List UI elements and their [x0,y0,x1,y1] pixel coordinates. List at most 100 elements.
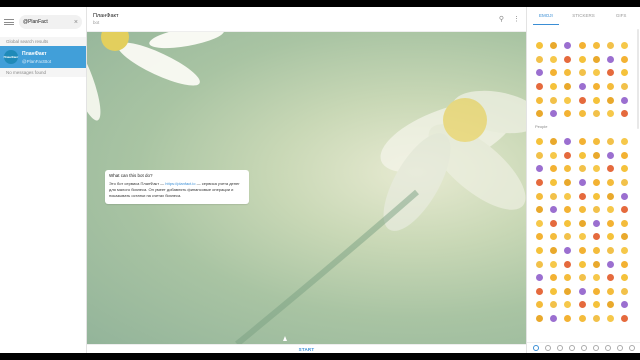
emoji-item[interactable] [618,285,632,299]
emoji-item[interactable] [561,53,575,67]
emoji-item[interactable] [589,312,603,326]
planfact-link[interactable]: https://planfact.io [165,181,195,186]
emoji-item[interactable] [561,217,575,231]
emoji-item[interactable] [618,298,632,312]
emoji-item[interactable] [618,162,632,176]
emoji-item[interactable] [546,271,560,285]
emoji-item[interactable] [561,176,575,190]
emoji-item[interactable] [532,39,546,53]
emoji-item[interactable] [546,298,560,312]
emoji-item[interactable] [589,257,603,271]
emoji-item[interactable] [589,66,603,80]
emoji-item[interactable] [589,93,603,107]
search-icon[interactable]: ⚲ [499,15,504,23]
emoji-item[interactable] [589,285,603,299]
emoji-item[interactable] [575,230,589,244]
emoji-item[interactable] [575,217,589,231]
emoji-item[interactable] [546,135,560,149]
tab-gifs[interactable]: GIFS [602,7,640,25]
emoji-item[interactable] [575,285,589,299]
emoji-item[interactable] [618,217,632,231]
emoji-item[interactable] [561,135,575,149]
emoji-item[interactable] [575,271,589,285]
search-input[interactable]: @PlanFact × [19,15,82,29]
emoji-item[interactable] [589,135,603,149]
emoji-item[interactable] [546,53,560,67]
emoji-item[interactable] [618,107,632,121]
emoji-item[interactable] [618,257,632,271]
emoji-item[interactable] [618,189,632,203]
emoji-item[interactable] [532,80,546,94]
emoji-item[interactable] [575,39,589,53]
emoji-item[interactable] [618,244,632,258]
emoji-item[interactable] [546,39,560,53]
emoji-item[interactable] [589,80,603,94]
emoji-item[interactable] [618,312,632,326]
emoji-item[interactable] [603,176,617,190]
emoji-item[interactable] [546,162,560,176]
emoji-item[interactable] [546,230,560,244]
emoji-item[interactable] [589,53,603,67]
emoji-item[interactable] [561,107,575,121]
smile-icon[interactable] [545,345,551,351]
emoji-item[interactable] [532,244,546,258]
emoji-item[interactable] [546,66,560,80]
search-result-item[interactable]: ПланФакт ПланФакт @PlanFactBot [0,46,86,68]
emoji-item[interactable] [561,298,575,312]
emoji-item[interactable] [603,107,617,121]
emoji-item[interactable] [561,39,575,53]
emoji-item[interactable] [532,107,546,121]
emoji-item[interactable] [561,257,575,271]
emoji-item[interactable] [589,107,603,121]
emoji-item[interactable] [575,176,589,190]
emoji-item[interactable] [603,217,617,231]
emoji-item[interactable] [589,217,603,231]
emoji-item[interactable] [618,93,632,107]
animal-icon[interactable] [557,345,563,351]
emoji-item[interactable] [532,66,546,80]
flag-icon[interactable] [629,345,635,351]
more-options-icon[interactable]: ⋮ [513,15,520,23]
chat-title[interactable]: ПланФакт [93,13,490,19]
emoji-item[interactable] [546,217,560,231]
menu-icon[interactable] [4,19,14,25]
emoji-item[interactable] [561,189,575,203]
emoji-item[interactable] [561,203,575,217]
emoji-item[interactable] [575,298,589,312]
emoji-item[interactable] [618,230,632,244]
emoji-item[interactable] [532,298,546,312]
emoji-item[interactable] [546,189,560,203]
emoji-item[interactable] [532,162,546,176]
tab-emoji[interactable]: EMOJI [527,7,565,25]
emoji-item[interactable] [532,285,546,299]
emoji-item[interactable] [603,162,617,176]
emoji-item[interactable] [575,135,589,149]
emoji-item[interactable] [546,312,560,326]
emoji-item[interactable] [532,271,546,285]
emoji-item[interactable] [603,257,617,271]
emoji-item[interactable] [546,93,560,107]
emoji-item[interactable] [532,203,546,217]
emoji-item[interactable] [603,66,617,80]
emoji-item[interactable] [532,312,546,326]
symbol-icon[interactable] [617,345,623,351]
emoji-item[interactable] [532,176,546,190]
start-button[interactable]: START [87,344,526,353]
emoji-item[interactable] [603,312,617,326]
emoji-item[interactable] [561,93,575,107]
emoji-item[interactable] [561,66,575,80]
emoji-item[interactable] [603,149,617,163]
emoji-item[interactable] [561,312,575,326]
emoji-item[interactable] [575,312,589,326]
emoji-item[interactable] [575,162,589,176]
emoji-item[interactable] [546,257,560,271]
emoji-item[interactable] [589,203,603,217]
emoji-item[interactable] [561,80,575,94]
emoji-item[interactable] [603,80,617,94]
emoji-item[interactable] [618,203,632,217]
emoji-item[interactable] [546,149,560,163]
emoji-item[interactable] [546,244,560,258]
emoji-item[interactable] [575,80,589,94]
emoji-item[interactable] [532,53,546,67]
emoji-item[interactable] [589,162,603,176]
